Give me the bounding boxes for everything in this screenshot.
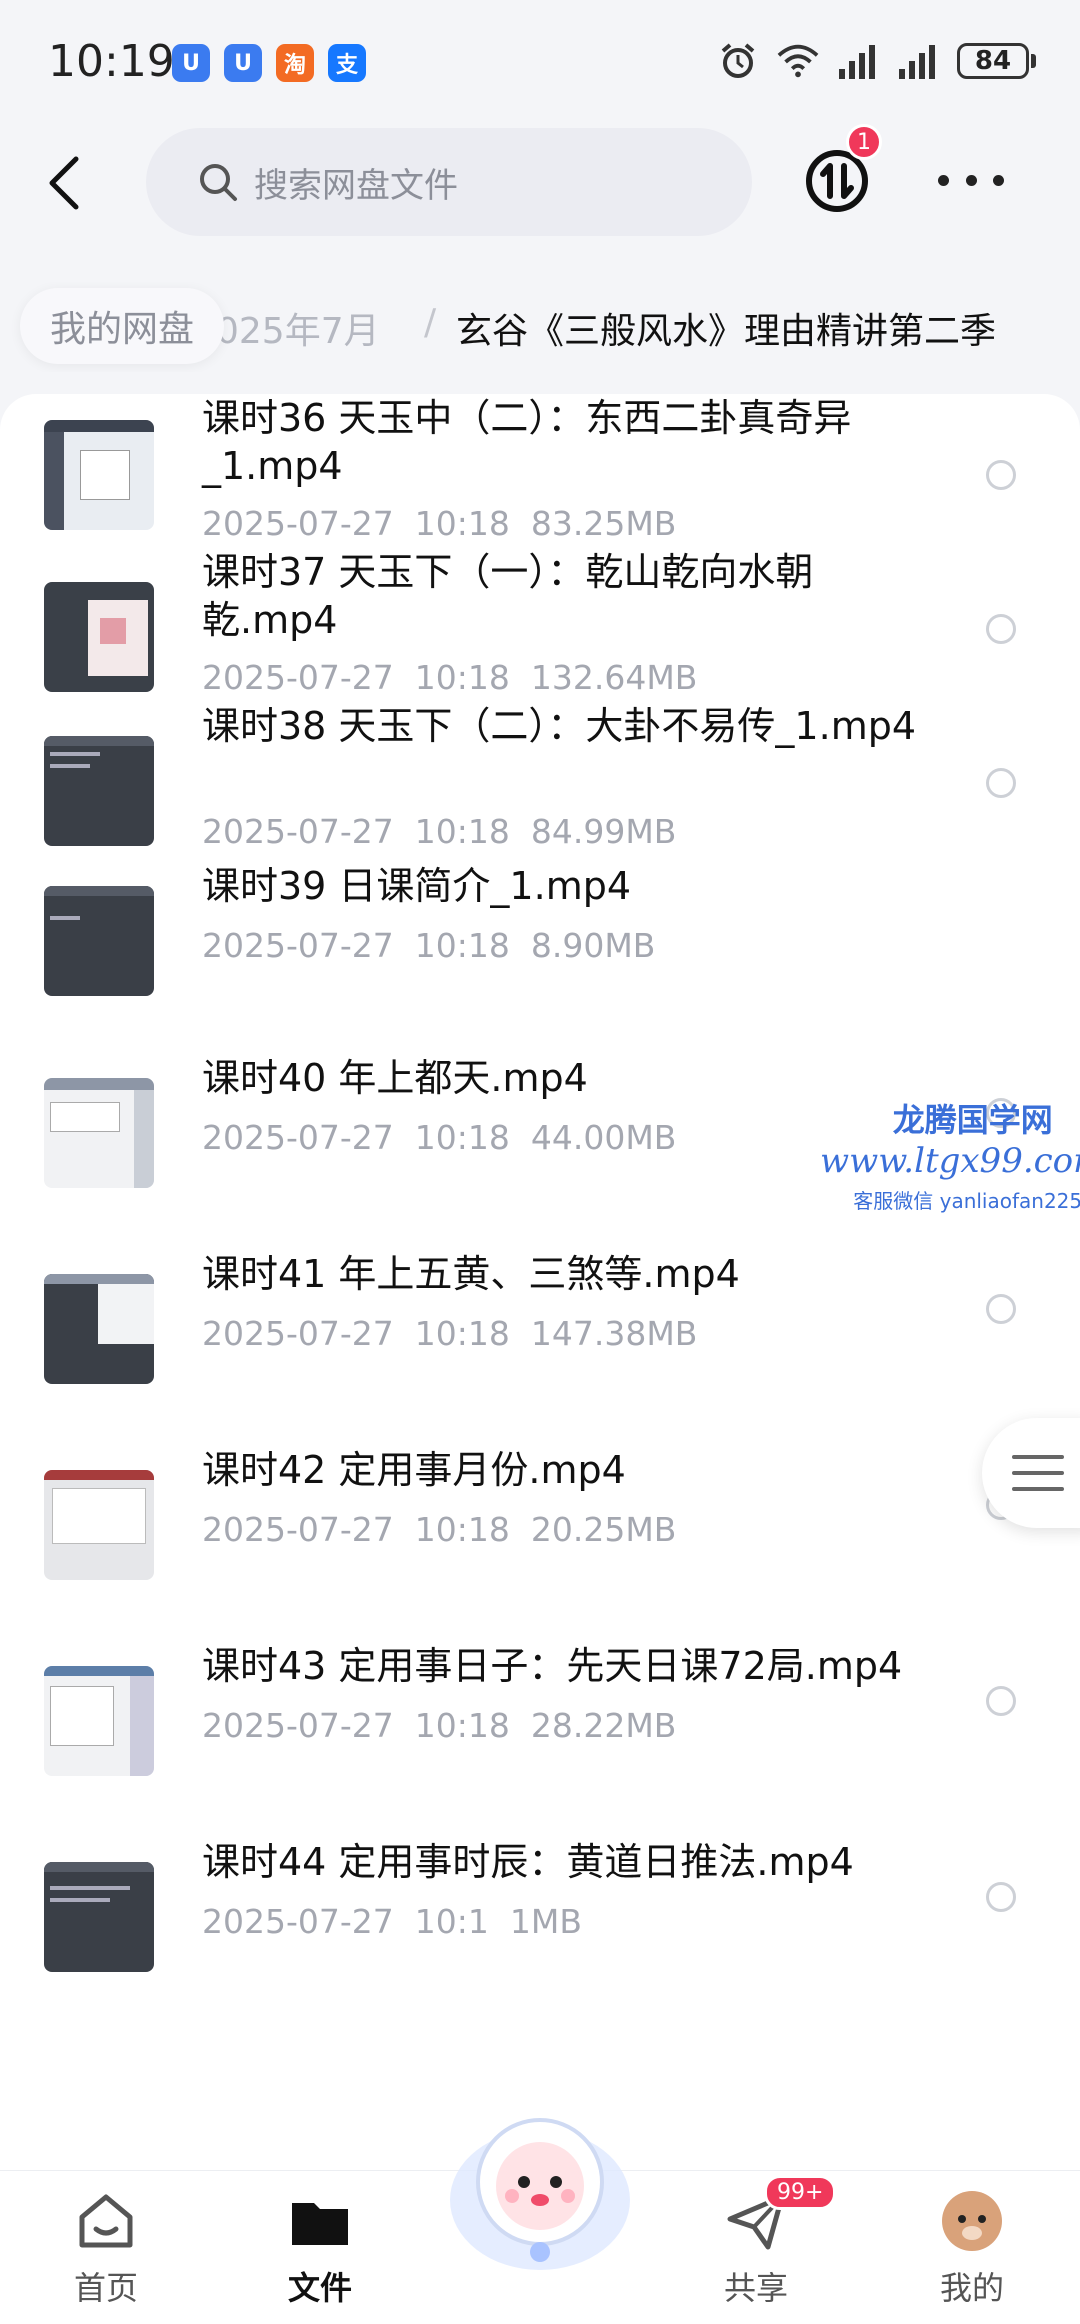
avatar-icon xyxy=(940,2189,1004,2253)
nav-me[interactable]: 我的 xyxy=(912,2189,1032,2309)
file-meta: 2025-07-27 10:18 44.00MB xyxy=(202,1118,677,1157)
alipay-icon: 支 xyxy=(328,44,366,82)
select-radio[interactable] xyxy=(986,1882,1016,1912)
video-thumbnail xyxy=(44,886,154,996)
file-meta: 2025-07-27 10:18 83.25MB xyxy=(202,504,677,543)
file-name: 课时38 天玉下（二）：大卦不易传_1.mp4 xyxy=(202,704,917,748)
status-time: 10:19 xyxy=(48,36,175,87)
breadcrumb-parent[interactable]: 025年7月 xyxy=(216,302,380,354)
nav-me-label: 我的 xyxy=(939,2269,1004,2307)
home-icon xyxy=(74,2189,138,2253)
file-name: 课时42 定用事月份.mp4 xyxy=(202,1448,626,1492)
chevron-left-icon xyxy=(49,156,79,210)
nav-files-label: 文件 xyxy=(287,2269,352,2307)
video-thumbnail xyxy=(44,1470,154,1580)
transfer-badge: 1 xyxy=(846,124,882,160)
select-radio[interactable] xyxy=(986,1686,1016,1716)
assistant-mascot-button[interactable] xyxy=(440,2090,640,2290)
watermark-contact: 客服微信 yanliaofan225 xyxy=(853,1189,1080,1213)
search-placeholder: 搜索网盘文件 xyxy=(254,165,458,206)
video-thumbnail xyxy=(44,1666,154,1776)
nav-share[interactable]: 99+ 共享 xyxy=(696,2175,837,2309)
mascot-icon xyxy=(450,2118,630,2270)
nav-home[interactable]: 首页 xyxy=(46,2189,166,2309)
nav-share-label: 共享 xyxy=(723,2269,788,2307)
file-name: 课时40 年上都天.mp4 xyxy=(202,1056,588,1100)
video-thumbnail xyxy=(44,736,154,846)
breadcrumb-separator: / xyxy=(424,302,437,343)
breadcrumb-current: 玄谷《三般风水》理由精讲第二季 xyxy=(456,311,997,352)
select-radio[interactable] xyxy=(986,768,1016,798)
status-indicators: 84 xyxy=(717,42,1036,80)
video-thumbnail xyxy=(44,582,154,692)
video-thumbnail xyxy=(44,420,154,530)
file-name: 课时44 定用事时辰：黄道日推法.mp4 xyxy=(202,1840,854,1884)
select-radio[interactable] xyxy=(986,614,1016,644)
file-meta: 2025-07-27 10:18 132.64MB xyxy=(202,658,698,697)
notification-app-icons: U U 淘 支 xyxy=(172,44,366,82)
file-meta: 2025-07-27 10:18 28.22MB xyxy=(202,1706,677,1745)
video-thumbnail xyxy=(44,1862,154,1972)
share-badge: 99+ xyxy=(764,2175,837,2210)
watermark-title: 龙腾国学网 xyxy=(892,1101,1053,1139)
signal-icon xyxy=(837,42,879,80)
wifi-icon xyxy=(777,42,819,80)
app-badge-blue-1: U xyxy=(172,44,210,82)
file-meta: 2025-07-27 10:18 147.38MB xyxy=(202,1314,698,1353)
file-meta: 2025-07-27 10:18 84.99MB xyxy=(202,812,677,851)
file-list: 课时36 天玉中（二）：东西二卦真奇异_1.mp4 2025-07-27 10:… xyxy=(0,394,1080,2170)
breadcrumb-root[interactable]: 我的网盘 xyxy=(20,288,225,364)
folder-icon xyxy=(288,2189,352,2253)
app-badge-blue-2: U xyxy=(224,44,262,82)
share-icon: 99+ xyxy=(724,2175,837,2253)
nav-home-label: 首页 xyxy=(73,2269,138,2307)
file-name: 课时43 定用事日子：先天日课72局.mp4 xyxy=(202,1644,903,1688)
file-meta: 2025-07-27 10:1 1MB xyxy=(202,1902,582,1941)
more-button[interactable] xyxy=(938,160,1004,200)
video-thumbnail xyxy=(44,1078,154,1188)
video-thumbnail xyxy=(44,1274,154,1384)
alarm-icon xyxy=(717,42,759,80)
battery-indicator: 84 xyxy=(957,43,1036,79)
menu-icon xyxy=(1012,1455,1064,1491)
nav-files[interactable]: 文件 xyxy=(260,2189,380,2309)
file-name: 课时41 年上五黄、三煞等.mp4 xyxy=(202,1252,740,1296)
watermark: 龙腾国学网 www.ltgx99.com 客服微信 yanliaofan225 xyxy=(820,1095,1080,1214)
status-bar: 10:19 U U 淘 支 84 xyxy=(0,0,1080,128)
file-name: 课时36 天玉中（二）：东西二卦真奇异_1.mp4 xyxy=(202,396,852,488)
taobao-icon: 淘 xyxy=(276,44,314,82)
battery-level: 84 xyxy=(957,43,1029,79)
file-meta: 2025-07-27 10:18 8.90MB xyxy=(202,926,656,965)
file-name: 课时37 天玉下（一）：乾山乾向水朝乾.mp4 xyxy=(202,550,814,642)
back-button[interactable] xyxy=(38,150,88,216)
select-radio[interactable] xyxy=(986,1294,1016,1324)
select-radio[interactable] xyxy=(986,460,1016,490)
more-icon xyxy=(938,174,949,186)
signal-icon-2 xyxy=(897,42,939,80)
file-name: 课时39 日课简介_1.mp4 xyxy=(202,864,632,908)
search-input[interactable]: 搜索网盘文件 xyxy=(146,128,752,236)
watermark-url: www.ltgx99.com xyxy=(820,1141,1080,1181)
breadcrumb: 我的网盘 025年7月 / 玄谷《三般风水》理由精讲第二季 xyxy=(0,282,1080,372)
file-meta: 2025-07-27 10:18 20.25MB xyxy=(202,1510,677,1549)
search-icon xyxy=(200,164,237,201)
